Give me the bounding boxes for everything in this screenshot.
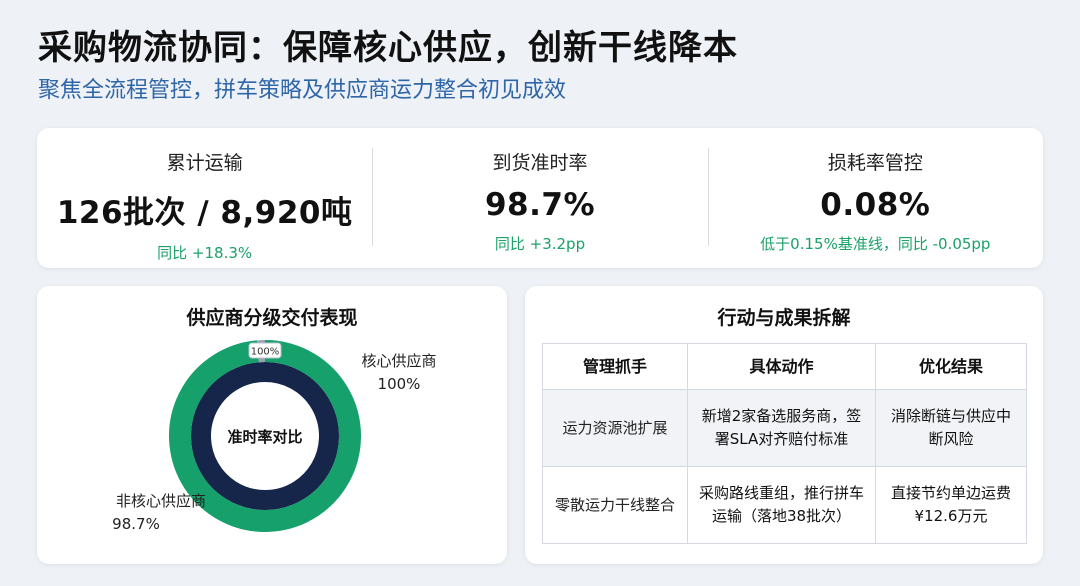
donut-marker-label: 100%	[251, 347, 280, 358]
table-header-row: 管理抓手 具体动作 优化结果	[542, 343, 1027, 390]
page-title: 采购物流协同：保障核心供应，创新干线降本	[38, 28, 738, 68]
page-subtitle: 聚焦全流程管控，拼车策略及供应商运力整合初见成效	[38, 78, 567, 103]
action-table-card: 行动与成果拆解 管理抓手 具体动作 优化结果 运力资源池扩展 新增2家备选服务商…	[525, 286, 1043, 564]
table-header-cell: 管理抓手	[542, 343, 688, 390]
series-value-non-core: 98.7%	[112, 515, 160, 533]
donut-marker-badge: 100%	[248, 342, 282, 359]
kpi-value: 126批次 / 8,920吨	[56, 195, 353, 231]
series-label-core: 核心供应商	[361, 352, 436, 370]
kpi-label: 到货准时率	[492, 152, 588, 174]
table-header-cell: 具体动作	[687, 343, 876, 390]
table-row: 零散运力干线整合 采购路线重组，推行拼车运输（落地38批次） 直接节约单边运费¥…	[542, 466, 1027, 544]
kpi-change: 低于0.15%基准线，同比 -0.05pp	[760, 235, 991, 253]
table-cell: 直接节约单边运费¥12.6万元	[875, 466, 1027, 544]
table-cell: 运力资源池扩展	[542, 389, 688, 467]
kpi-change: 同比 +3.2pp	[494, 235, 586, 253]
table-cell: 零散运力干线整合	[542, 466, 688, 544]
table-cell: 消除断链与供应中断风险	[875, 389, 1027, 467]
series-label-non-core: 非核心供应商	[116, 492, 206, 510]
kpi-label: 累计运输	[166, 152, 243, 174]
supplier-donut-chart: 准时率对比 100% 核心供应商 100% 非核心供应商 98.7%	[112, 340, 437, 533]
table-cell: 新增2家备选服务商，签署SLA对齐赔付标准	[687, 389, 876, 467]
kpi-card: 累计运输 126批次 / 8,920吨 同比 +18.3% 到货准时率 98.7…	[37, 128, 1043, 268]
action-table: 管理抓手 具体动作 优化结果 运力资源池扩展 新增2家备选服务商，签署SLA对齐…	[542, 343, 1027, 544]
table-header-cell: 优化结果	[875, 343, 1027, 390]
table-card-title: 行动与成果拆解	[717, 307, 851, 329]
supplier-chart-card: 供应商分级交付表现 准时率对比 100% 核心供应商 100% 非核心供应商 98.7%	[37, 286, 507, 564]
table-row: 运力资源池扩展 新增2家备选服务商，签署SLA对齐赔付标准 消除断链与供应中断风…	[542, 389, 1027, 467]
table-cell: 采购路线重组，推行拼车运输（落地38批次）	[687, 466, 876, 544]
kpi-value: 98.7%	[484, 187, 596, 223]
kpi-change: 同比 +18.3%	[157, 244, 253, 262]
kpi-value: 0.08%	[820, 187, 931, 223]
kpi-total-shipments: 累计运输 126批次 / 8,920吨 同比 +18.3%	[37, 128, 372, 268]
kpi-on-time-rate: 到货准时率 98.7% 同比 +3.2pp	[372, 128, 707, 268]
donut-center-label: 准时率对比	[227, 428, 302, 446]
kpi-label: 损耗率管控	[827, 152, 923, 174]
kpi-loss-rate: 损耗率管控 0.08% 低于0.15%基准线，同比 -0.05pp	[707, 128, 1043, 268]
series-value-core: 100%	[378, 375, 421, 393]
